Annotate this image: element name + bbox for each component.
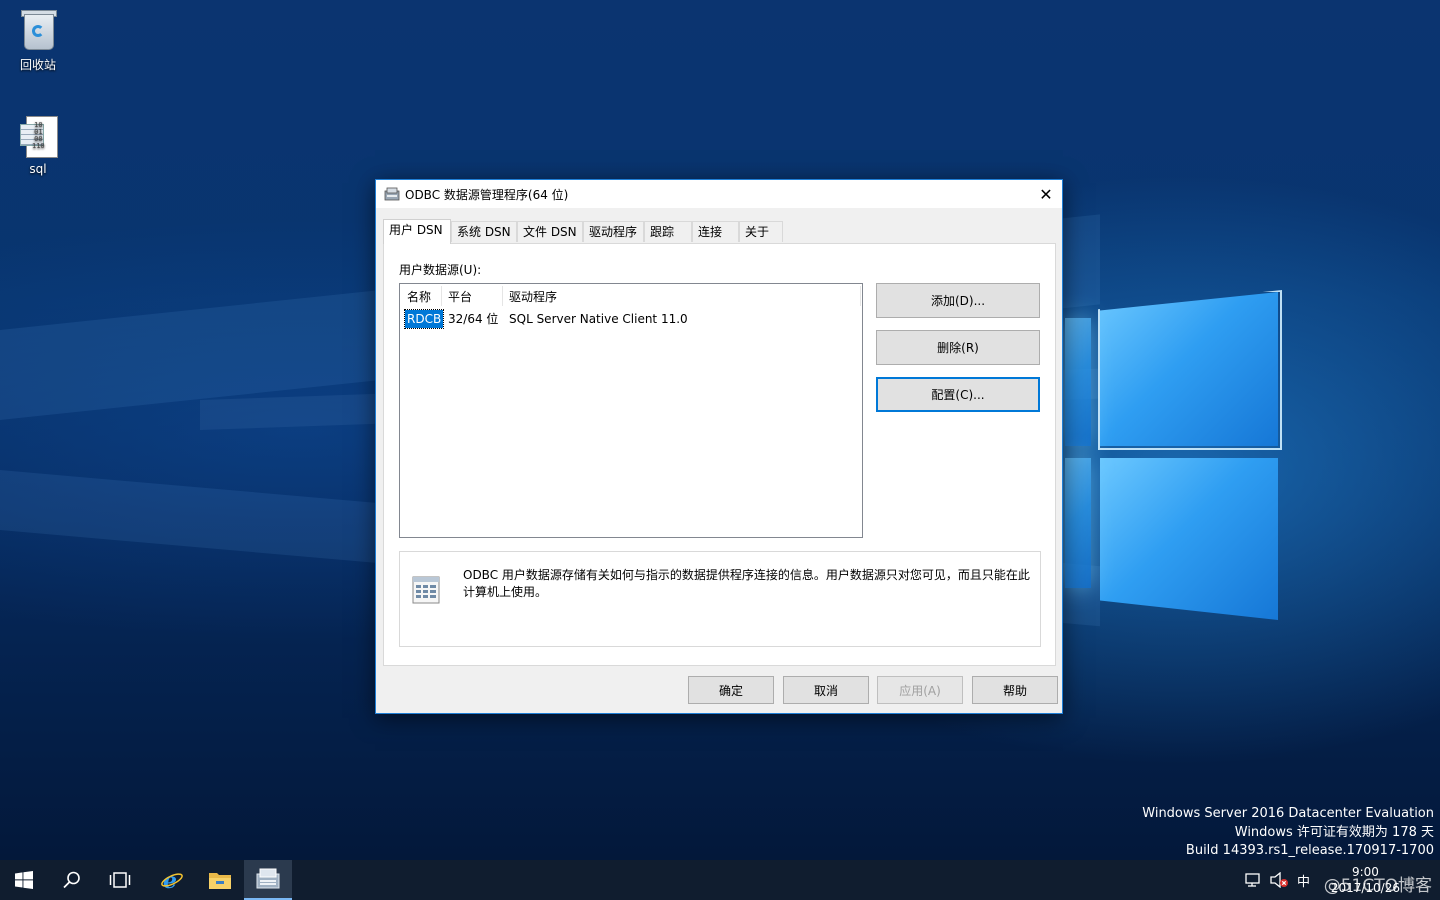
internet-explorer-button[interactable]: e	[148, 860, 196, 900]
tab-tracing[interactable]: 跟踪	[644, 221, 692, 242]
tab-system-dsn[interactable]: 系统 DSN	[451, 221, 517, 242]
close-button[interactable]: ✕	[1030, 180, 1062, 208]
user-data-sources-label: 用户数据源(U):	[399, 263, 482, 277]
tab-file-dsn[interactable]: 文件 DSN	[517, 221, 583, 242]
windows-logo-pane	[1065, 318, 1091, 446]
add-button[interactable]: 添加(D)...	[876, 283, 1040, 318]
ime-indicator[interactable]: 中	[1297, 860, 1310, 900]
dsn-name-cell[interactable]: RDCB	[403, 309, 445, 329]
remove-button[interactable]: 删除(R)	[876, 330, 1040, 365]
search-icon	[63, 871, 80, 889]
network-icon[interactable]	[1245, 872, 1263, 888]
task-view-button[interactable]	[96, 860, 144, 900]
configure-button[interactable]: 配置(C)...	[876, 377, 1040, 412]
odbc-app-icon	[384, 187, 400, 201]
close-icon: ✕	[1039, 184, 1053, 204]
desktop-icon-label: 回收站	[19, 58, 56, 72]
task-view-icon	[109, 872, 131, 888]
ok-button[interactable]: 确定	[688, 676, 774, 704]
column-header-name[interactable]: 名称	[407, 288, 431, 308]
desktop-icon-label: sql	[29, 162, 47, 176]
apply-button[interactable]: 应用(A)	[877, 676, 963, 704]
watermark-edition: Windows Server 2016 Datacenter Evaluatio…	[1142, 806, 1434, 821]
start-button[interactable]	[0, 860, 48, 900]
cancel-button[interactable]: 取消	[783, 676, 869, 704]
odbc-admin-dialog: ODBC 数据源管理程序(64 位) ✕ 用户 DSN 系统 DSN 文件 DS…	[375, 179, 1063, 714]
dialog-title: ODBC 数据源管理程序(64 位)	[405, 188, 569, 202]
windows-logo-pane	[1065, 458, 1091, 588]
recycle-bin-desktop-icon[interactable]: 回收站	[0, 8, 76, 73]
file-explorer-button[interactable]	[196, 860, 244, 900]
windows-start-icon	[15, 871, 33, 889]
info-box: ODBC 用户数据源存储有关如何与指示的数据提供程序连接的信息。用户数据源只对您…	[399, 551, 1041, 647]
image-watermark: @51CTO博客	[1323, 876, 1432, 896]
odbc-admin-taskbar-button[interactable]	[244, 860, 292, 900]
sql-file-desktop-icon[interactable]: 10 01 00 110 sql	[0, 114, 76, 176]
file-explorer-icon	[209, 873, 231, 889]
data-source-icon	[412, 576, 440, 604]
tab-user-dsn[interactable]: 用户 DSN	[383, 219, 451, 244]
dialog-titlebar[interactable]: ODBC 数据源管理程序(64 位) ✕	[376, 180, 1062, 208]
watermark-build: Build 14393.rs1_release.170917-1700	[1185, 843, 1434, 858]
volume-muted-icon[interactable]	[1270, 872, 1290, 888]
tab-about[interactable]: 关于	[739, 221, 783, 242]
help-button[interactable]: 帮助	[972, 676, 1058, 704]
column-header-platform[interactable]: 平台	[448, 288, 472, 308]
user-dsn-listview[interactable]: 名称 平台 驱动程序 RDCB 32/64 位 SQL Server Nativ…	[399, 283, 863, 538]
windows-edition-watermark: Windows Server 2016 Datacenter Evaluatio…	[1142, 805, 1434, 861]
recycle-bin-icon	[18, 8, 58, 52]
search-button[interactable]	[48, 860, 96, 900]
tab-connection-pooling[interactable]: 连接池	[692, 221, 739, 259]
taskbar: e 中 9:00 2017/10/26	[0, 860, 1440, 900]
dsn-driver-cell: SQL Server Native Client 11.0	[509, 312, 688, 326]
windows-logo-pane	[1100, 458, 1278, 620]
odbc-admin-icon	[256, 868, 280, 889]
internet-explorer-icon: e	[161, 868, 183, 892]
watermark-license: Windows 许可证有效期为 178 天	[1234, 824, 1434, 840]
ime-label: 中	[1297, 874, 1311, 890]
tab-drivers[interactable]: 驱动程序	[583, 221, 644, 242]
column-header-driver[interactable]: 驱动程序	[509, 288, 557, 308]
database-file-icon: 10 01 00 110	[18, 114, 58, 158]
info-description: ODBC 用户数据源存储有关如何与指示的数据提供程序连接的信息。用户数据源只对您…	[463, 568, 1030, 599]
dsn-platform-cell: 32/64 位	[448, 312, 499, 326]
user-dsn-panel: 用户数据源(U): 名称 平台 驱动程序 RDCB 32/64 位 SQL Se…	[383, 243, 1056, 666]
